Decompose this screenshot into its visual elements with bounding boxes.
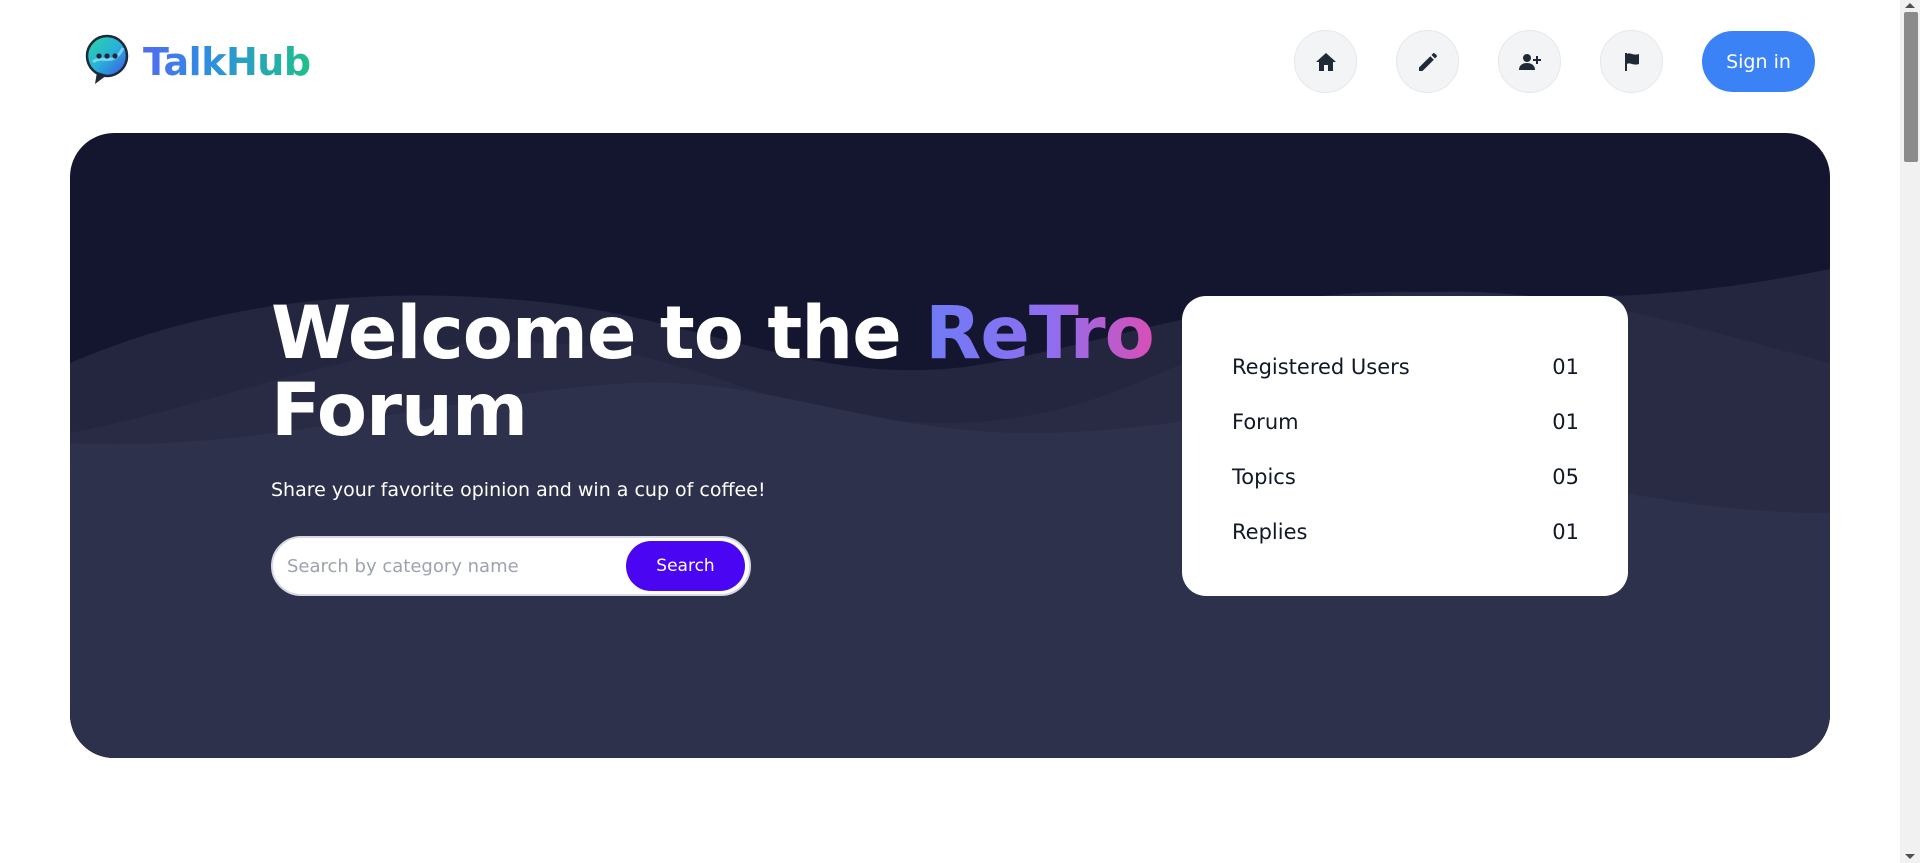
stat-label: Topics	[1232, 464, 1296, 489]
home-button[interactable]	[1294, 30, 1357, 93]
stat-value: 01	[1552, 519, 1579, 544]
search-button[interactable]: Search	[626, 541, 745, 591]
hero-title-highlight: ReTro	[925, 291, 1155, 376]
search-input[interactable]	[287, 555, 626, 577]
stat-topics: Topics 05	[1232, 449, 1579, 504]
scroll-up-arrow-icon[interactable]	[1905, 3, 1915, 8]
page: TalkHub Sign in Welcome to the ReTro For…	[0, 0, 1920, 863]
stat-label: Forum	[1232, 409, 1299, 434]
create-post-button[interactable]	[1396, 30, 1459, 93]
top-nav: Sign in	[1294, 30, 1815, 93]
stat-value: 01	[1552, 409, 1579, 434]
stat-replies: Replies 01	[1232, 504, 1579, 559]
user-plus-icon	[1518, 53, 1541, 70]
site-header: TalkHub Sign in	[0, 0, 1900, 124]
pencil-icon	[1418, 52, 1437, 71]
stat-forum: Forum 01	[1232, 394, 1579, 449]
register-button[interactable]	[1498, 30, 1561, 93]
chat-bubble-logo-icon	[85, 34, 129, 84]
category-search: Search	[271, 536, 751, 596]
page-scrollbar[interactable]	[1900, 0, 1920, 863]
stat-value: 01	[1552, 354, 1579, 379]
hero-title-part1: Welcome to the	[271, 291, 926, 376]
hero-banner: Welcome to the ReTro Forum Share your fa…	[70, 133, 1830, 758]
logo-text: TalkHub	[143, 40, 311, 84]
stat-label: Registered Users	[1232, 354, 1410, 379]
scroll-thumb[interactable]	[1904, 12, 1918, 162]
sign-in-button[interactable]: Sign in	[1702, 31, 1815, 92]
logo[interactable]: TalkHub	[83, 34, 311, 90]
stat-label: Replies	[1232, 519, 1308, 544]
forum-stats-card: Registered Users 01 Forum 01 Topics 05 R…	[1182, 296, 1628, 596]
stat-value: 05	[1552, 464, 1579, 489]
hero-title-part2: Forum	[271, 368, 528, 453]
hero-subtitle: Share your favorite opinion and win a cu…	[271, 479, 766, 501]
flag-icon	[1624, 52, 1639, 71]
home-icon	[1315, 52, 1336, 71]
hero-title: Welcome to the ReTro Forum	[271, 295, 1171, 449]
stat-registered-users: Registered Users 01	[1232, 339, 1579, 394]
report-button[interactable]	[1600, 30, 1663, 93]
scroll-down-arrow-icon[interactable]	[1905, 854, 1915, 859]
